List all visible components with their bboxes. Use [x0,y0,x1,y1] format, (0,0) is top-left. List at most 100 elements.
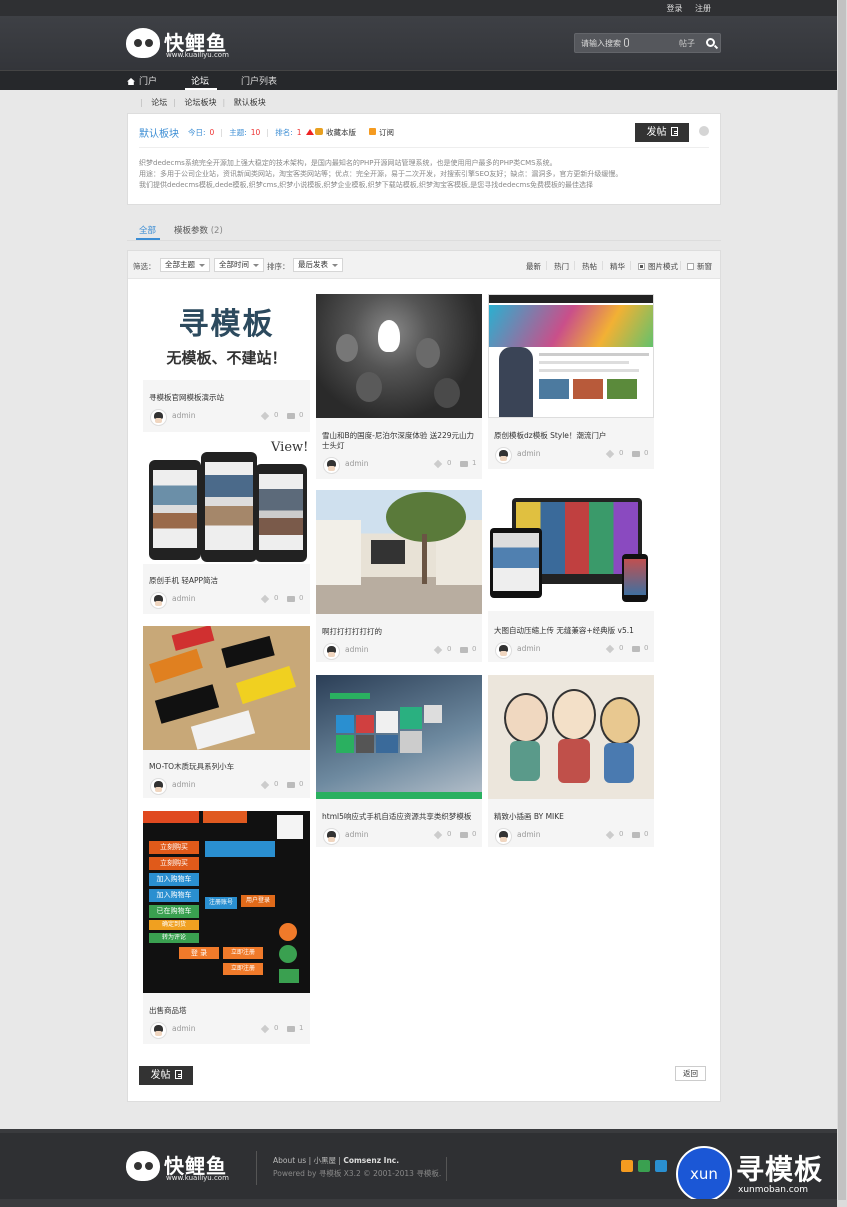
thread-thumbnail[interactable] [488,675,654,799]
search-icon[interactable] [706,38,715,47]
thread-thumbnail[interactable] [488,294,654,418]
thread-title[interactable]: 啊打打打打打打的 [322,627,476,637]
filter-latest[interactable]: 最新 [526,261,541,272]
thread-card[interactable]: MO-TO木质玩具系列小车 admin 0 0 [143,626,310,798]
thread-card[interactable]: 大图自动压缩上传 无缝兼容+经典版 v5.1 admin 0 0 [488,484,654,662]
douban-icon[interactable] [638,1160,650,1172]
author-name[interactable]: admin [517,644,541,653]
avatar[interactable] [495,447,512,464]
tab-all[interactable]: 全部 [139,224,156,236]
thread-card[interactable]: 啊打打打打打打的 admin 0 0 [316,490,482,662]
avatar[interactable] [150,778,167,795]
thread-title[interactable]: 雪山和B的国度-尼泊尔深度体验 送229元山力士头灯 [322,431,476,451]
new-post-button[interactable]: 发帖 [635,123,689,142]
like-icon [260,411,270,421]
footer-powered: Powered by 寻模板 X3.2 © 2001-2013 寻模板. [273,1169,442,1178]
filter-hot-posts[interactable]: 热帖 [582,261,597,272]
nav-item-portal[interactable]: 门户 [127,74,157,87]
image-mode-checkbox[interactable] [638,263,645,270]
filter-theme-select[interactable]: 全部主题 [160,258,210,272]
thread-card[interactable]: 精致小插画 BY MIKE admin 0 0 [488,675,654,847]
thread-title[interactable]: html5响应式手机自适应资源共享类织梦模板 [322,812,476,822]
thread-title[interactable]: MO-TO木质玩具系列小车 [149,762,303,772]
sort-select[interactable]: 最后发表 [293,258,343,272]
forum-name[interactable]: 默认板块 [139,125,179,140]
vertical-scrollbar[interactable] [837,0,847,1207]
about-link[interactable]: About us [273,1156,306,1165]
thread-card[interactable]: 立刻购买 立刻购买 加入购物车 加入购物车 已在购物车 确定到货 转为评论 注册… [143,811,310,1044]
xiaoheiwu-link[interactable]: 小黑屋 [314,1156,337,1165]
author-name[interactable]: admin [172,411,196,420]
avatar[interactable] [495,828,512,845]
search-box[interactable]: 请输入搜索 帖子 [574,33,721,53]
rss-icon [369,128,376,135]
rss-icon[interactable] [621,1160,633,1172]
register-link[interactable]: 注册 [695,4,711,13]
tab-template-params[interactable]: 模板参数 (2) [174,224,223,236]
new-post-button-bottom[interactable]: 发帖 [139,1066,193,1085]
thread-thumbnail[interactable]: View! [143,434,310,564]
author-name[interactable]: admin [345,459,369,468]
thread-thumbnail[interactable] [316,675,482,799]
back-button[interactable]: 返回 [675,1066,706,1081]
author-name[interactable]: admin [172,780,196,789]
new-window-toggle[interactable]: 新窗 [687,261,712,272]
thread-title[interactable]: 原创模板dz模板 Style！潮流门户 [494,431,648,441]
thread-card[interactable]: 寻模板 无模板、不建站！ 寻模板官网模板演示站 admin 0 0 [143,293,310,432]
subscribe-link[interactable]: 订阅 [369,127,394,138]
search-type-select[interactable]: 帖子 [679,38,695,49]
author-name[interactable]: admin [172,594,196,603]
company-link[interactable]: Comsenz Inc. [343,1156,399,1165]
thread-thumbnail[interactable] [316,490,482,614]
breadcrumb: | 论坛 | 论坛板块 | 默认板块 [140,98,266,107]
avatar[interactable] [323,643,340,660]
new-window-checkbox[interactable] [687,263,694,270]
thread-thumbnail[interactable] [488,484,654,611]
site-logo[interactable]: 快鲤鱼 www.kuailiyu.com [126,26,236,60]
filter-time-select[interactable]: 全部时间 [214,258,264,272]
login-link[interactable]: 登录 [666,4,682,13]
thread-thumbnail[interactable]: 立刻购买 立刻购买 加入购物车 加入购物车 已在购物车 确定到货 转为评论 注册… [143,811,310,993]
author-name[interactable]: admin [345,645,369,654]
thread-title[interactable]: 精致小插画 BY MIKE [494,812,648,822]
avatar[interactable] [150,409,167,426]
avatar[interactable] [323,457,340,474]
thread-title[interactable]: 出售商品塔 [149,1006,303,1016]
scrollbar-thumb[interactable] [838,0,846,1200]
collapse-toggle-icon[interactable] [699,126,709,136]
thread-title[interactable]: 原创手机 轻APP简洁 [149,576,303,586]
avatar[interactable] [150,592,167,609]
thread-card[interactable]: 雪山和B的国度-尼泊尔深度体验 送229元山力士头灯 admin 0 1 [316,294,482,479]
author-name[interactable]: admin [517,830,541,839]
image-mode-toggle[interactable]: 图片模式 [638,261,678,272]
breadcrumb-default-board[interactable]: 默认板块 [234,98,266,107]
footer-logo[interactable]: 快鲤鱼 www.kuailiyu.com [126,1149,236,1183]
thread-thumbnail[interactable] [316,294,482,418]
nav-item-portal-list[interactable]: 门户列表 [241,74,277,87]
author-name[interactable]: admin [517,449,541,458]
breadcrumb-forum[interactable]: 论坛 [151,98,167,107]
thread-card[interactable]: 原创模板dz模板 Style！潮流门户 admin 0 0 [488,294,654,469]
author-name[interactable]: admin [172,1024,196,1033]
thread-card[interactable]: View! 原创手机 轻APP简洁 admin 0 0 [143,434,310,614]
top-bar: 登录 注册 [0,0,847,16]
thread-thumbnail[interactable]: 寻模板 无模板、不建站！ [143,293,310,380]
microphone-icon[interactable] [624,38,629,47]
renren-icon[interactable] [655,1160,667,1172]
search-input[interactable]: 请输入搜索 [581,38,621,49]
main-nav: 门户 论坛 门户列表 [0,70,847,90]
avatar[interactable] [495,642,512,659]
thread-title[interactable]: 大图自动压缩上传 无缝兼容+经典版 v5.1 [494,626,648,636]
thread-card[interactable]: html5响应式手机自适应资源共享类织梦模板 admin 0 0 [316,675,482,847]
avatar[interactable] [150,1022,167,1039]
filter-digest[interactable]: 精华 [610,261,625,272]
filter-hot[interactable]: 热门 [554,261,569,272]
author-name[interactable]: admin [345,830,369,839]
favorite-board-link[interactable]: 收藏本版 [315,127,356,138]
avatar[interactable] [323,828,340,845]
thread-thumbnail[interactable] [143,626,310,750]
breadcrumb-forum-boards[interactable]: 论坛板块 [185,98,217,107]
thread-title[interactable]: 寻模板官网模板演示站 [149,393,303,403]
nav-item-forum[interactable]: 论坛 [191,74,209,87]
reply-count: 0 [299,780,304,788]
